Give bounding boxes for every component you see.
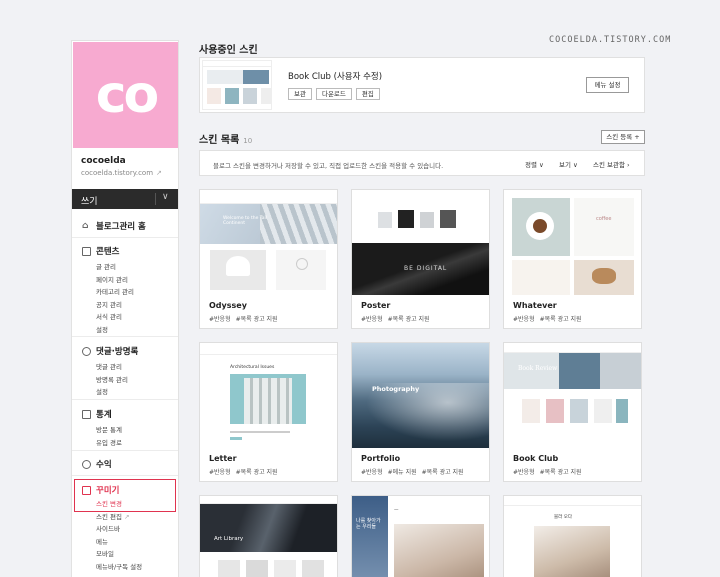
register-skin-button[interactable]: 스킨 등록 +: [601, 130, 645, 144]
sidebar-subitem[interactable]: 페이지 관리: [72, 274, 178, 287]
sidebar-subitem[interactable]: 설정: [72, 386, 178, 399]
sidebar-group-content: 콘텐츠 글 관리 페이지 관리 카테고리 관리 공지 관리 서식 관리 설정: [72, 244, 178, 336]
thumbnail-caption: BE DIGITAL: [404, 265, 448, 272]
blog-logo[interactable]: co: [73, 42, 178, 148]
external-link-icon: ↗: [156, 169, 162, 177]
sidebar-subitem[interactable]: 모바일: [72, 548, 178, 561]
sidebar-subitem[interactable]: 공지 관리: [72, 299, 178, 312]
write-button[interactable]: 쓰기 ∨: [72, 189, 178, 209]
skin-tags: #반응형 #목록 광고 지원: [209, 469, 278, 476]
coin-icon: [82, 459, 91, 469]
external-link-icon: ↗: [124, 512, 130, 521]
sidebar-subitem[interactable]: 메뉴: [72, 536, 178, 549]
highlight-box: [74, 479, 176, 512]
sidebar-item-content[interactable]: 콘텐츠: [72, 244, 178, 258]
skin-tags: #반응형 #메뉴 지원 #목록 광고 지원: [361, 469, 464, 476]
thumbnail-caption: coffee: [596, 216, 612, 222]
sidebar-subitem[interactable]: 설정: [72, 324, 178, 337]
current-skin-name: Book Club (사용자 수정): [288, 72, 383, 82]
skin-thumbnail: Art Library: [200, 496, 337, 577]
thumbnail-caption: Art Library: [214, 536, 244, 542]
watermark: COCOELDA.TISTORY.COM: [549, 35, 672, 45]
skin-card-cat[interactable]: 블라 오다: [503, 495, 642, 577]
sidebar-item-revenue[interactable]: 수익: [72, 457, 178, 471]
skin-thumbnail: coffee: [504, 190, 641, 295]
skin-info-bar: 블로그 스킨을 변경하거나 저장할 수 있고, 직접 업로드한 스킨을 적용할 …: [199, 150, 645, 176]
skin-tags: #반응형 #목록 광고 지원: [361, 316, 430, 323]
sidebar-subitem[interactable]: 메뉴바/구독 설정: [72, 561, 178, 574]
skin-card-letter[interactable]: Architectural Issues Letter #반응형 #목록 광고 지…: [199, 342, 338, 482]
blog-name[interactable]: cocoelda: [81, 156, 126, 166]
archive-button[interactable]: 보관: [288, 88, 312, 100]
skin-card-art[interactable]: Art Library: [199, 495, 338, 577]
menu-settings-button[interactable]: 메뉴 설정: [586, 77, 629, 93]
download-button[interactable]: 다운로드: [315, 88, 352, 100]
current-skin-panel: Book Club (사용자 수정) 보관 다운로드 편집 메뉴 설정: [199, 57, 645, 113]
skin-card-odyssey[interactable]: Welcome to the Tall Continent Odyssey #반…: [199, 189, 338, 329]
thumbnail-caption: 블라 오다: [554, 515, 572, 520]
skin-thumbnail: 나를 찾아가는 우리들 —: [352, 496, 489, 577]
skin-name: Book Club: [513, 454, 559, 463]
edit-button[interactable]: 편집: [355, 88, 380, 100]
sidebar-subitem[interactable]: 글 관리: [72, 261, 178, 274]
sidebar-subitem[interactable]: 댓글 관리: [72, 361, 178, 374]
skin-name: Portfolio: [361, 454, 401, 463]
thumbnail-caption: Welcome to the Tall Continent: [223, 216, 268, 226]
skin-list-title: 스킨 목록 10: [199, 135, 253, 146]
sort-dropdown[interactable]: 정렬 ∨: [525, 159, 544, 169]
sidebar-item-home[interactable]: ⌂ 블로그관리 홈: [72, 219, 178, 233]
skin-tags: #반응형 #목록 광고 지원: [513, 469, 582, 476]
current-skin-thumbnail[interactable]: [202, 60, 272, 110]
skin-name: Odyssey: [209, 301, 247, 310]
sidebar-subitem[interactable]: 스킨 편집 ↗: [72, 511, 178, 524]
sidebar-subitem[interactable]: 서식 관리: [72, 311, 178, 324]
skin-card-bookclub[interactable]: Book Review Book Club #반응형 #목록 광고 지원: [503, 342, 642, 482]
sidebar-item-stats[interactable]: 통계: [72, 407, 178, 421]
skin-name: Poster: [361, 301, 391, 310]
skin-tags: #반응형 #목록 광고 지원: [209, 316, 278, 323]
skin-thumbnail: Welcome to the Tall Continent: [200, 190, 337, 295]
skin-thumbnail: 블라 오다: [504, 496, 641, 577]
sidebar-subitem[interactable]: 유입 경로: [72, 437, 178, 450]
skin-name: Whatever: [513, 301, 557, 310]
sidebar-item-comments[interactable]: 댓글·방명록: [72, 344, 178, 358]
home-icon: ⌂: [82, 220, 89, 231]
current-skin-title: 사용중인 스킨: [199, 45, 258, 56]
skin-thumbnail: BE DIGITAL: [352, 190, 489, 295]
skin-card-portfolio[interactable]: Photography Portfolio #반응형 #메뉴 지원 #목록 광고 지…: [351, 342, 490, 482]
thumbnail-caption: Book Review: [518, 365, 558, 372]
skin-card-whatever[interactable]: coffee Whatever #반응형 #목록 광고 지원: [503, 189, 642, 329]
skin-name: Letter: [209, 454, 237, 463]
blog-url[interactable]: cocoelda.tistory.com ↗: [81, 169, 162, 177]
comment-icon: [82, 346, 91, 356]
skin-count: 10: [243, 137, 253, 145]
thumbnail-caption: Photography: [372, 385, 420, 393]
skin-thumbnail: Book Review: [504, 343, 641, 448]
skin-storage-link[interactable]: 스킨 보관함 ›: [593, 159, 630, 169]
thumbnail-caption: 나를 찾아가는 우리들: [356, 518, 381, 530]
sidebar-subitem[interactable]: 방명록 관리: [72, 374, 178, 387]
document-icon: [82, 246, 91, 256]
skin-tags: #반응형 #목록 광고 지원: [513, 316, 582, 323]
skin-card-poster[interactable]: BE DIGITAL Poster #반응형 #목록 광고 지원: [351, 189, 490, 329]
sidebar-group-comments: 댓글·방명록 댓글 관리 방명록 관리 설정: [72, 344, 178, 399]
info-message: 블로그 스킨을 변경하거나 저장할 수 있고, 직접 업로드한 스킨을 적용할 …: [213, 162, 444, 170]
thumbnail-caption: Architectural Issues: [230, 365, 275, 370]
chevron-down-icon[interactable]: ∨: [162, 192, 169, 202]
skin-card-travel[interactable]: 나를 찾아가는 우리들 —: [351, 495, 490, 577]
view-dropdown[interactable]: 보기 ∨: [559, 159, 578, 169]
sidebar-subitem[interactable]: 사이드바: [72, 523, 178, 536]
sidebar-subitem[interactable]: 방문 통계: [72, 424, 178, 437]
chart-icon: [82, 409, 91, 419]
skin-thumbnail: Architectural Issues: [200, 343, 337, 448]
sidebar-subitem[interactable]: 카테고리 관리: [72, 286, 178, 299]
sidebar-group-stats: 통계 방문 통계 유입 경로: [72, 407, 178, 449]
skin-thumbnail: Photography: [352, 343, 489, 448]
